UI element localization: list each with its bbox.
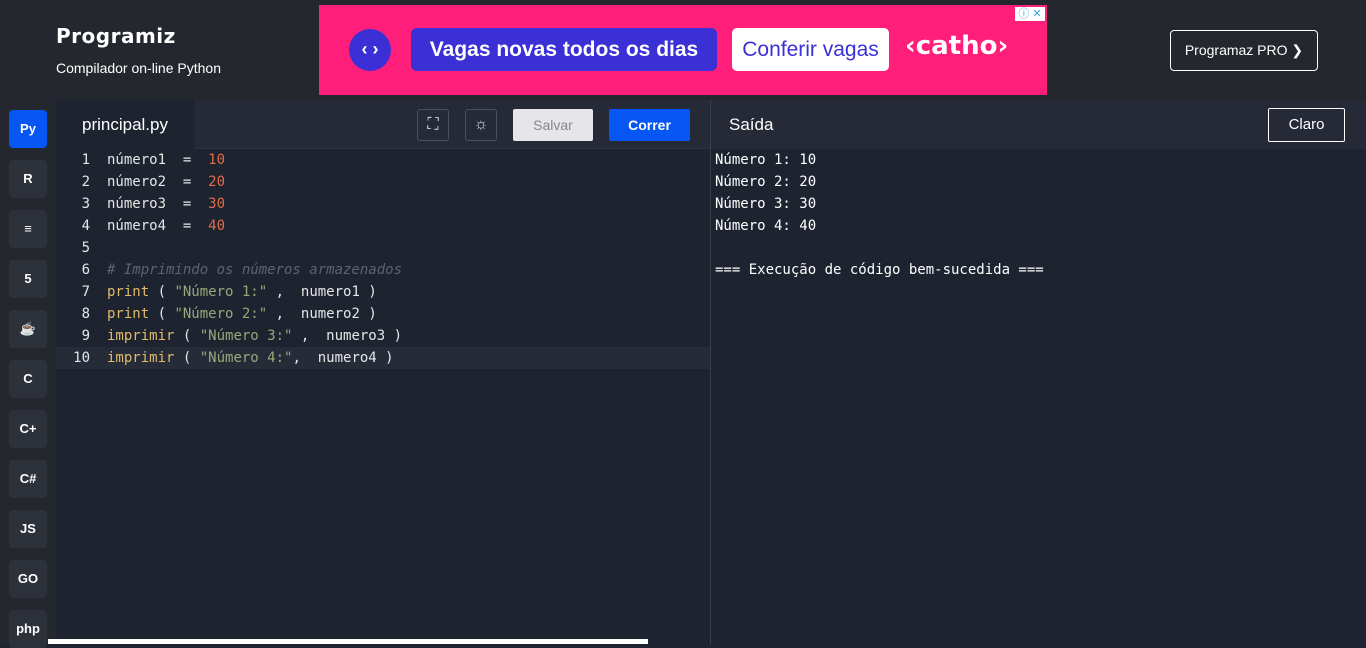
clear-button[interactable]: Claro [1268,108,1345,142]
code-token: ( [174,350,200,366]
code-token: número1 = [107,152,209,168]
code-token: imprimir [107,350,175,366]
line-number: 3 [81,196,90,212]
code-line[interactable]: 8 print ( "Número 2:" , numero2 ) [56,303,710,325]
code-text: número3 = 30 [107,193,225,215]
output-line: Número 2: 20 [715,174,817,190]
code-token: 30 [208,196,226,212]
code-line[interactable]: 3 número3 = 30 [56,193,710,215]
ad-headline: Vagas novas todos os dias [411,28,717,71]
line-number: 2 [81,174,90,190]
code-token: "Número 2:" [174,306,268,322]
c-icon[interactable]: C [9,360,47,398]
code-area[interactable]: 1 número1 = 10 2 número2 = 20 3 número3 = 30 4… [56,149,710,369]
html5-icon[interactable]: 5 [9,260,47,298]
output-line: Número 1: 10 [715,152,817,168]
ad-brand-logo: ‹catho› [905,31,1009,61]
ad-cta-button[interactable]: Conferir vagas [732,28,889,71]
line-number: 6 [81,262,90,278]
code-token: imprimir [107,328,175,344]
output-title: Saída [729,115,774,134]
code-line[interactable]: 9 imprimir ( "Número 3:" , numero3 ) [56,325,710,347]
code-token: número2 = [107,174,209,190]
php-icon[interactable]: php [9,610,47,648]
output-line: Número 3: 30 [715,196,817,212]
code-text: imprimir ( "Número 4:", numero4 ) [107,347,394,369]
code-line[interactable]: 5 [56,237,710,259]
editor-toolbar: principal.py ⛶ ☼ Salvar Correr [56,100,710,149]
code-line[interactable]: 6 # Imprimindo os números armazenados [56,259,710,281]
line-number: 4 [81,218,90,234]
code-token: , numero1 ) [267,284,377,300]
code-token: , numero2 ) [267,306,377,322]
code-token: # Imprimindo os números armazenados [107,262,403,278]
code-token: número4 = [107,218,209,234]
run-button[interactable]: Correr [609,109,690,141]
code-line[interactable]: 2 número2 = 20 [56,171,710,193]
r-icon[interactable]: R [9,160,47,198]
bottom-strip [48,639,648,644]
programiz-logo[interactable]: Programiz [56,24,176,48]
code-text: imprimir ( "Número 3:" , numero3 ) [107,325,402,347]
output-panel: Saída Claro Número 1: 10 Número 2: 20 Núme… [711,100,1366,644]
code-editor-panel: principal.py ⛶ ☼ Salvar Correr 1 número1 … [56,100,710,644]
theme-toggle-icon[interactable]: ☼ [465,109,497,141]
go-icon[interactable]: GO [9,560,47,598]
save-button[interactable]: Salvar [513,109,593,141]
code-token: "Número 3:" [199,328,293,344]
code-token: , numero4 ) [292,350,394,366]
code-token: 20 [208,174,226,190]
output-line: Número 4: 40 [715,218,817,234]
line-number: 8 [81,306,90,322]
code-text: número2 = 20 [107,171,225,193]
code-line[interactable]: 10 imprimir ( "Número 4:", numero4 ) [56,347,710,369]
sql-icon[interactable]: ≡ [9,210,47,248]
output-line: === Execução de código bem-sucedida === [715,262,1044,278]
code-token: ( [149,284,175,300]
javascript-icon[interactable]: JS [9,510,47,548]
line-number: 9 [81,328,90,344]
top-header: Programiz Compilador on-line Python ‹ › … [0,0,1366,100]
code-token: 10 [208,152,226,168]
code-arrows-icon: ‹ › [349,29,391,71]
file-tab[interactable]: principal.py [56,100,194,149]
programiz-pro-button[interactable]: Programaz PRO ❯ [1170,30,1318,71]
code-token: 40 [208,218,226,234]
language-sidebar: Py R ≡ 5 ☕ C C+ C# JS GO php [0,100,56,648]
code-token: "Número 4:" [199,350,293,366]
code-line[interactable]: 4 número4 = 40 [56,215,710,237]
page-subtitle: Compilador on-line Python [56,60,221,76]
code-text: número4 = 40 [107,215,225,237]
code-token: "Número 1:" [174,284,268,300]
java-icon[interactable]: ☕ [9,310,47,348]
code-text: print ( "Número 2:" , numero2 ) [107,303,377,325]
ad-banner[interactable]: ‹ › Vagas novas todos os dias Conferir v… [319,5,1047,95]
ad-close-icon[interactable]: ⓘ ✕ [1015,7,1045,21]
csharp-icon[interactable]: C# [9,460,47,498]
line-number: 10 [73,350,90,366]
code-token: número3 = [107,196,209,212]
code-token: ( [174,328,200,344]
code-token: print [107,284,150,300]
code-token: , numero3 ) [292,328,403,344]
code-line[interactable]: 7 print ( "Número 1:" , numero1 ) [56,281,710,303]
line-number: 5 [81,240,90,256]
code-text: # Imprimindo os números armazenados [107,259,402,281]
fullscreen-icon[interactable]: ⛶ [417,109,449,141]
code-line[interactable]: 1 número1 = 10 [56,149,710,171]
python-icon[interactable]: Py [9,110,47,148]
code-token: print [107,306,150,322]
code-token: ( [149,306,175,322]
line-number: 1 [81,152,90,168]
output-console: Número 1: 10 Número 2: 20 Número 3: 30 Núme… [715,149,1044,281]
code-text: número1 = 10 [107,149,225,171]
code-text: print ( "Número 1:" , numero1 ) [107,281,377,303]
line-number: 7 [81,284,90,300]
cpp-icon[interactable]: C+ [9,410,47,448]
output-toolbar: Saída Claro [711,100,1366,149]
